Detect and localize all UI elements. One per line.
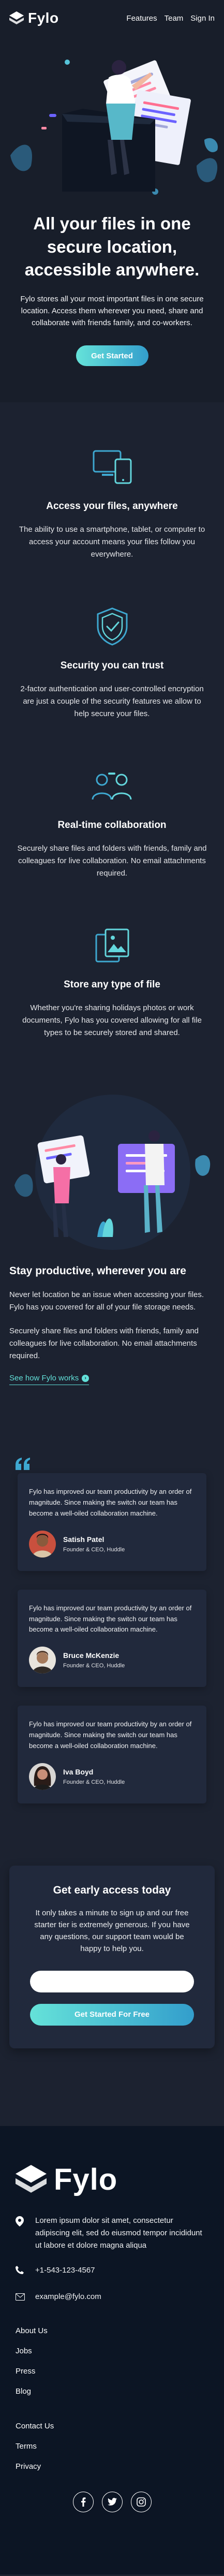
footer-link-about-us[interactable]: About Us (16, 2326, 208, 2335)
footer-address: Lorem ipsum dolor sit amet, consectetur … (16, 2215, 208, 2252)
footer-link-privacy[interactable]: Privacy (16, 2462, 208, 2471)
instagram-icon[interactable] (130, 2491, 152, 2512)
footer-link-blog[interactable]: Blog (16, 2387, 208, 2396)
footer-link-terms[interactable]: Terms (16, 2442, 208, 2451)
hero-title: All your files in one secure location, a… (24, 214, 200, 280)
features-section: Access your files, anywhere The ability … (0, 444, 224, 1039)
arrow-right-icon: › (82, 1374, 89, 1382)
productive-illustration (9, 1082, 215, 1253)
feature-title: Store any type of file (64, 979, 160, 991)
email-icon (16, 2291, 26, 2305)
testimonial-text: Fylo has improved our team productivity … (29, 1720, 192, 1750)
early-access-card: Get early access today It only takes a m… (9, 1865, 215, 2048)
testimonial-name: Bruce McKenzie (63, 1651, 120, 1660)
feature-description: The ability to use a smartphone, tablet,… (19, 525, 205, 559)
nav-features-link[interactable]: Features (126, 14, 157, 23)
logo[interactable]: Fylo (9, 10, 59, 26)
shield-icon (12, 603, 212, 650)
devices-icon (12, 444, 212, 490)
testimonial-text: Fylo has improved our team productivity … (29, 1488, 192, 1517)
productive-illustration-art (14, 1095, 211, 1250)
footer-address-text: Lorem ipsum dolor sit amet, consectetur … (35, 2216, 202, 2250)
early-access-title: Get early access today (53, 1884, 171, 1896)
hero-illustration (0, 36, 224, 207)
productive-paragraph: Securely share files and folders with fr… (9, 1327, 199, 1361)
testimonial-name: Satish Patel (63, 1535, 104, 1544)
testimonial-person: Satish Patel Founder & CEO, Huddle (29, 1530, 195, 1558)
testimonial-role: Founder & CEO, Huddle (63, 1663, 125, 1669)
footer-link-press[interactable]: Press (16, 2367, 208, 2376)
email-field[interactable] (30, 1970, 194, 1992)
facebook-icon[interactable] (72, 2491, 94, 2512)
hero-illustration-art (10, 60, 218, 195)
footer-phone: +1-543-123-4567 (16, 2264, 208, 2278)
header: Fylo Features Team Sign In (0, 0, 224, 36)
footer-link-jobs[interactable]: Jobs (16, 2347, 208, 2355)
footer-logo-text: Fylo (54, 2162, 118, 2196)
footer-phone-text[interactable]: +1-543-123-4567 (35, 2264, 95, 2278)
testimonial-card: Fylo has improved our team productivity … (18, 1589, 206, 1687)
fylo-logo-icon (9, 11, 24, 24)
feature-description: Securely share files and folders with fr… (17, 844, 207, 878)
footer-link-contact-us[interactable]: Contact Us (16, 2422, 208, 2431)
feature-item: Security you can trust 2-factor authenti… (12, 603, 212, 720)
fylo-logo-icon (16, 2165, 47, 2193)
feature-item: Real-time collaboration Securely share f… (12, 763, 212, 880)
footer-links-spacer (16, 2407, 208, 2422)
footer-email: example@fylo.com (16, 2291, 208, 2305)
footer-links: About Us Jobs Press Blog Contact Us Term… (16, 2326, 208, 2471)
feature-title: Real-time collaboration (57, 820, 167, 831)
feature-item: Access your files, anywhere The ability … (12, 444, 212, 561)
feature-description: 2-factor authentication and user-control… (20, 685, 204, 719)
nav-signin-link[interactable]: Sign In (190, 14, 215, 23)
early-access-description: It only takes a minute to sign up and ou… (34, 1908, 190, 1954)
footer: Fylo Lorem ipsum dolor sit amet, consect… (0, 2126, 224, 2574)
hero-section: All your files in one secure location, a… (0, 36, 224, 403)
testimonial-role: Founder & CEO, Huddle (63, 1546, 125, 1553)
location-pin-icon (16, 2215, 26, 2252)
avatar (29, 1763, 56, 1790)
main-nav: Features Team Sign In (126, 14, 215, 23)
testimonial-card: Fylo has improved our team productivity … (18, 1473, 206, 1571)
social-links (16, 2491, 208, 2512)
quote-icon (16, 1458, 30, 1471)
file-types-icon (12, 922, 212, 969)
twitter-icon[interactable] (101, 2491, 123, 2512)
testimonial-person: Bruce McKenzie Founder & CEO, Huddle (29, 1647, 195, 1674)
early-access-section: Get early access today It only takes a m… (0, 1865, 224, 2048)
testimonial-role: Founder & CEO, Huddle (63, 1779, 125, 1785)
footer-email-text[interactable]: example@fylo.com (35, 2291, 101, 2305)
testimonial-text: Fylo has improved our team productivity … (29, 1604, 192, 1634)
collaboration-icon (12, 763, 212, 809)
testimonial-card: Fylo has improved our team productivity … (18, 1706, 206, 1803)
testimonials-section: Fylo has improved our team productivity … (0, 1458, 224, 1803)
feature-title: Security you can trust (60, 660, 164, 672)
hero-description: Fylo stores all your most important file… (20, 294, 204, 328)
productive-section: Stay productive, wherever you are Never … (0, 1082, 224, 1386)
see-how-fylo-works-label: See how Fylo works (9, 1374, 79, 1383)
get-started-free-button[interactable]: Get Started For Free (30, 2003, 194, 2026)
avatar (29, 1530, 56, 1558)
productive-paragraph: Never let location be an issue when acce… (9, 1290, 204, 1312)
nav-team-link[interactable]: Team (165, 14, 184, 23)
logo-text: Fylo (28, 10, 59, 26)
page: Fylo Features Team Sign In All your file… (0, 0, 224, 2576)
footer-logo[interactable]: Fylo (16, 2162, 208, 2197)
avatar (29, 1647, 56, 1674)
phone-icon (16, 2264, 26, 2278)
get-started-button[interactable]: Get Started (76, 345, 148, 367)
feature-description: Whether you're sharing holidays photos o… (22, 1003, 202, 1038)
see-how-fylo-works-link[interactable]: See how Fylo works › (9, 1374, 89, 1386)
productive-title: Stay productive, wherever you are (9, 1265, 186, 1277)
testimonial-name: Iva Boyd (63, 1767, 94, 1776)
feature-item: Store any type of file Whether you're sh… (12, 922, 212, 1039)
testimonial-person: Iva Boyd Founder & CEO, Huddle (29, 1763, 195, 1790)
feature-title: Access your files, anywhere (46, 501, 178, 512)
